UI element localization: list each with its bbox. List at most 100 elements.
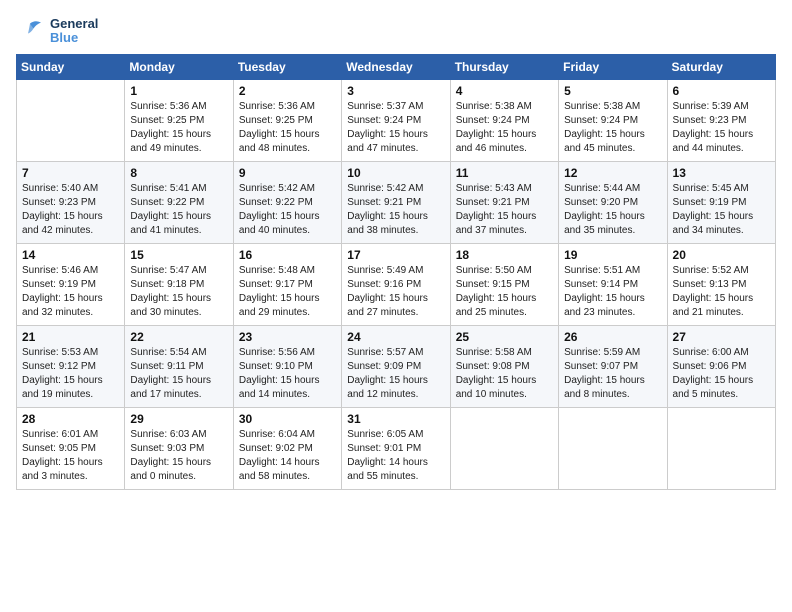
calendar-cell	[450, 408, 558, 490]
day-info: Sunrise: 5:45 AM Sunset: 9:19 PM Dayligh…	[673, 182, 770, 238]
day-info: Sunrise: 5:38 AM Sunset: 9:24 PM Dayligh…	[564, 100, 661, 156]
day-number: 10	[347, 166, 444, 180]
day-number: 12	[564, 166, 661, 180]
calendar-cell: 30Sunrise: 6:04 AM Sunset: 9:02 PM Dayli…	[233, 408, 341, 490]
calendar-cell: 2 Sunrise: 5:36 AM Sunset: 9:25 PM Daylig…	[233, 80, 341, 162]
day-info: Sunrise: 5:43 AM Sunset: 9:21 PM Dayligh…	[456, 182, 553, 238]
calendar-cell: 22 Sunrise: 5:54 AM Sunset: 9:11 PM Dayli…	[125, 326, 233, 408]
calendar-cell: 1 Sunrise: 5:36 AM Sunset: 9:25 PM Daylig…	[125, 80, 233, 162]
logo-bird-icon	[16, 16, 46, 46]
day-number: 1	[130, 84, 227, 98]
week-row-3: 14 Sunrise: 5:46 AM Sunset: 9:19 PM Dayli…	[17, 244, 776, 326]
day-number: 6	[673, 84, 770, 98]
day-number: 19	[564, 248, 661, 262]
calendar-cell: 27 Sunrise: 6:00 AM Sunset: 9:06 PM Dayli…	[667, 326, 775, 408]
calendar-cell: 16Sunrise: 5:48 AM Sunset: 9:17 PM Dayli…	[233, 244, 341, 326]
day-info: Sunrise: 5:36 AM Sunset: 9:25 PM Dayligh…	[239, 100, 336, 156]
day-header-sunday: Sunday	[17, 55, 125, 80]
day-info: Sunrise: 5:38 AM Sunset: 9:24 PM Dayligh…	[456, 100, 553, 156]
calendar-cell: 28Sunrise: 6:01 AM Sunset: 9:05 PM Dayli…	[17, 408, 125, 490]
day-info: Sunrise: 5:50 AM Sunset: 9:15 PM Dayligh…	[456, 264, 553, 320]
calendar-cell: 8 Sunrise: 5:41 AM Sunset: 9:22 PM Daylig…	[125, 162, 233, 244]
week-row-5: 28Sunrise: 6:01 AM Sunset: 9:05 PM Dayli…	[17, 408, 776, 490]
day-header-monday: Monday	[125, 55, 233, 80]
day-info: Sunrise: 5:42 AM Sunset: 9:22 PM Dayligh…	[239, 182, 336, 238]
day-info: Sunrise: 5:36 AM Sunset: 9:25 PM Dayligh…	[130, 100, 227, 156]
day-header-wednesday: Wednesday	[342, 55, 450, 80]
day-info: Sunrise: 5:59 AM Sunset: 9:07 PM Dayligh…	[564, 346, 661, 402]
day-number: 20	[673, 248, 770, 262]
day-number: 3	[347, 84, 444, 98]
day-info: Sunrise: 5:46 AM Sunset: 9:19 PM Dayligh…	[22, 264, 119, 320]
day-info: Sunrise: 6:00 AM Sunset: 9:06 PM Dayligh…	[673, 346, 770, 402]
calendar-cell: 10 Sunrise: 5:42 AM Sunset: 9:21 PM Dayli…	[342, 162, 450, 244]
day-number: 2	[239, 84, 336, 98]
day-number: 22	[130, 330, 227, 344]
day-number: 31	[347, 412, 444, 426]
day-info: Sunrise: 5:39 AM Sunset: 9:23 PM Dayligh…	[673, 100, 770, 156]
calendar-cell: 18 Sunrise: 5:50 AM Sunset: 9:15 PM Dayli…	[450, 244, 558, 326]
day-info: Sunrise: 5:54 AM Sunset: 9:11 PM Dayligh…	[130, 346, 227, 402]
day-info: Sunrise: 5:53 AM Sunset: 9:12 PM Dayligh…	[22, 346, 119, 402]
day-info: Sunrise: 6:03 AM Sunset: 9:03 PM Dayligh…	[130, 428, 227, 484]
day-number: 17	[347, 248, 444, 262]
calendar-cell: 3Sunrise: 5:37 AM Sunset: 9:24 PM Daylig…	[342, 80, 450, 162]
day-number: 27	[673, 330, 770, 344]
day-header-saturday: Saturday	[667, 55, 775, 80]
calendar-cell: 13 Sunrise: 5:45 AM Sunset: 9:19 PM Dayli…	[667, 162, 775, 244]
day-info: Sunrise: 5:42 AM Sunset: 9:21 PM Dayligh…	[347, 182, 444, 238]
day-info: Sunrise: 5:49 AM Sunset: 9:16 PM Dayligh…	[347, 264, 444, 320]
calendar-cell: 6 Sunrise: 5:39 AM Sunset: 9:23 PM Daylig…	[667, 80, 775, 162]
day-number: 21	[22, 330, 119, 344]
day-number: 4	[456, 84, 553, 98]
day-number: 23	[239, 330, 336, 344]
day-info: Sunrise: 5:56 AM Sunset: 9:10 PM Dayligh…	[239, 346, 336, 402]
day-info: Sunrise: 5:41 AM Sunset: 9:22 PM Dayligh…	[130, 182, 227, 238]
calendar-cell: 29 Sunrise: 6:03 AM Sunset: 9:03 PM Dayli…	[125, 408, 233, 490]
calendar-cell: 17 Sunrise: 5:49 AM Sunset: 9:16 PM Dayli…	[342, 244, 450, 326]
day-number: 18	[456, 248, 553, 262]
day-info: Sunrise: 5:52 AM Sunset: 9:13 PM Dayligh…	[673, 264, 770, 320]
calendar-cell: 19 Sunrise: 5:51 AM Sunset: 9:14 PM Dayli…	[559, 244, 667, 326]
calendar-cell: 24Sunrise: 5:57 AM Sunset: 9:09 PM Dayli…	[342, 326, 450, 408]
day-number: 29	[130, 412, 227, 426]
day-number: 14	[22, 248, 119, 262]
calendar-table: SundayMondayTuesdayWednesdayThursdayFrid…	[16, 54, 776, 490]
calendar-cell: 15Sunrise: 5:47 AM Sunset: 9:18 PM Dayli…	[125, 244, 233, 326]
week-row-2: 7Sunrise: 5:40 AM Sunset: 9:23 PM Daylig…	[17, 162, 776, 244]
day-info: Sunrise: 5:44 AM Sunset: 9:20 PM Dayligh…	[564, 182, 661, 238]
day-info: Sunrise: 6:05 AM Sunset: 9:01 PM Dayligh…	[347, 428, 444, 484]
day-header-tuesday: Tuesday	[233, 55, 341, 80]
day-number: 9	[239, 166, 336, 180]
week-row-1: 1 Sunrise: 5:36 AM Sunset: 9:25 PM Daylig…	[17, 80, 776, 162]
calendar-cell: 5Sunrise: 5:38 AM Sunset: 9:24 PM Daylig…	[559, 80, 667, 162]
calendar-cell: 21 Sunrise: 5:53 AM Sunset: 9:12 PM Dayli…	[17, 326, 125, 408]
logo-line2: Blue	[50, 31, 98, 45]
day-number: 16	[239, 248, 336, 262]
calendar-cell: 11Sunrise: 5:43 AM Sunset: 9:21 PM Dayli…	[450, 162, 558, 244]
day-info: Sunrise: 5:51 AM Sunset: 9:14 PM Dayligh…	[564, 264, 661, 320]
day-info: Sunrise: 6:04 AM Sunset: 9:02 PM Dayligh…	[239, 428, 336, 484]
calendar-cell: 25Sunrise: 5:58 AM Sunset: 9:08 PM Dayli…	[450, 326, 558, 408]
calendar-cell	[17, 80, 125, 162]
calendar-cell: 4 Sunrise: 5:38 AM Sunset: 9:24 PM Daylig…	[450, 80, 558, 162]
logo: General Blue	[16, 16, 98, 46]
logo-line1: General	[50, 17, 98, 31]
calendar-cell: 9 Sunrise: 5:42 AM Sunset: 9:22 PM Daylig…	[233, 162, 341, 244]
calendar-cell: 7Sunrise: 5:40 AM Sunset: 9:23 PM Daylig…	[17, 162, 125, 244]
calendar-cell: 23 Sunrise: 5:56 AM Sunset: 9:10 PM Dayli…	[233, 326, 341, 408]
day-info: Sunrise: 5:40 AM Sunset: 9:23 PM Dayligh…	[22, 182, 119, 238]
day-header-friday: Friday	[559, 55, 667, 80]
logo-text-block: General Blue	[50, 17, 98, 46]
day-number: 13	[673, 166, 770, 180]
day-info: Sunrise: 5:47 AM Sunset: 9:18 PM Dayligh…	[130, 264, 227, 320]
day-number: 25	[456, 330, 553, 344]
page-header: General Blue	[16, 16, 776, 46]
day-info: Sunrise: 6:01 AM Sunset: 9:05 PM Dayligh…	[22, 428, 119, 484]
day-number: 26	[564, 330, 661, 344]
calendar-cell	[559, 408, 667, 490]
calendar-cell: 20 Sunrise: 5:52 AM Sunset: 9:13 PM Dayli…	[667, 244, 775, 326]
day-number: 8	[130, 166, 227, 180]
calendar-cell: 14 Sunrise: 5:46 AM Sunset: 9:19 PM Dayli…	[17, 244, 125, 326]
calendar-cell: 26 Sunrise: 5:59 AM Sunset: 9:07 PM Dayli…	[559, 326, 667, 408]
